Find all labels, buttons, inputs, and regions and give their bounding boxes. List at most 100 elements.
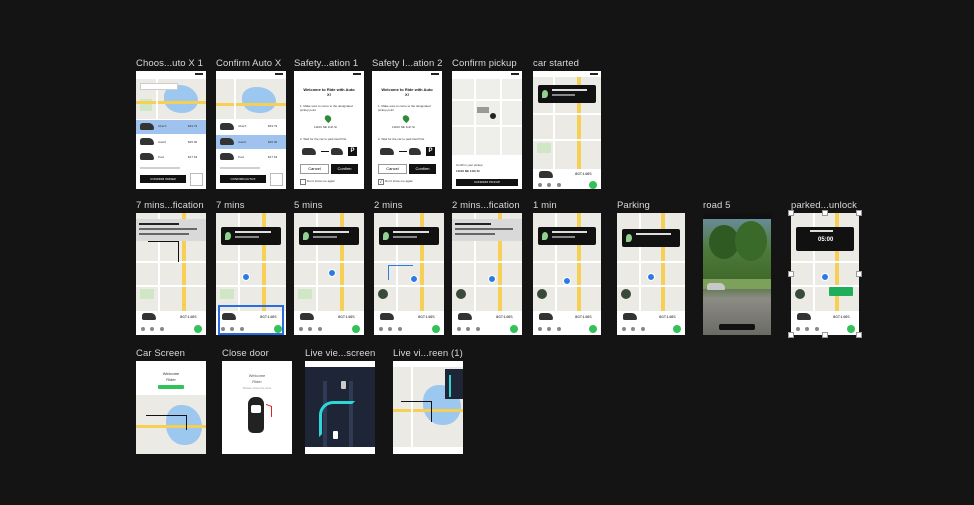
- confirm-button[interactable]: Confirm: [409, 164, 436, 174]
- frame-5-mins[interactable]: 5 mins 8GT1465: [294, 200, 364, 335]
- frame-confirm-pickup[interactable]: Confirm pickup Confirm your pickup 11100…: [452, 58, 522, 189]
- dont-show-checkbox-checked[interactable]: ✓: [378, 179, 384, 185]
- pickup-address: 11100 NE 11th St: [456, 169, 480, 173]
- option-price: $17.63: [188, 155, 198, 159]
- unlock-button[interactable]: [194, 325, 202, 333]
- resize-handle[interactable]: [788, 210, 794, 216]
- screen-thumbnail: Welcome to Ride with Auto X! 1. Make sur…: [372, 71, 442, 189]
- frame-safety-1[interactable]: Safety...ation 1 Welcome to Ride with Au…: [294, 58, 364, 189]
- screen-thumbnail: Confirm your pickup 11100 NE 11th St CON…: [452, 71, 522, 189]
- screen-thumbnail: 8GT1465: [294, 213, 364, 335]
- frame-parking[interactable]: Parking 8GT1465: [617, 200, 685, 335]
- option-price: $25.00: [188, 140, 198, 144]
- unlock-button[interactable]: [673, 325, 681, 333]
- resize-handle[interactable]: [788, 332, 794, 338]
- frame-car-screen[interactable]: Car Screen Welcome Rider: [136, 348, 206, 454]
- selection-outline: [218, 305, 284, 335]
- screen-thumbnail: 8GT1465: [374, 213, 444, 335]
- cancel-button[interactable]: Cancel: [300, 164, 329, 174]
- option-name: AutoX: [158, 140, 167, 144]
- notification-banner: [379, 227, 439, 245]
- dont-show-label: Don't show me again: [307, 179, 335, 183]
- unlock-button[interactable]: [847, 325, 855, 333]
- screen-thumbnail: Welcome Rider: [136, 361, 206, 454]
- option-price: $17.63: [268, 155, 278, 159]
- screen-thumbnail: [393, 361, 463, 454]
- option-price: $25.00: [268, 140, 278, 144]
- unlock-button[interactable]: [589, 325, 597, 333]
- frame-label: Car Screen: [136, 348, 186, 359]
- frame-label: Safety...ation 1: [294, 58, 359, 69]
- option-name: UberX: [158, 124, 167, 128]
- confirm-order-button[interactable]: CONFIRM ORDER: [140, 175, 186, 183]
- pickup-address: 11100 NE 11th St: [314, 125, 338, 129]
- screen-thumbnail: Welcome Rider Please close the door: [222, 361, 292, 454]
- screen-thumbnail: 8GT1465: [617, 213, 685, 335]
- frame-label: Live vi...reen (1): [393, 348, 463, 359]
- welcome-title: Welcome to Ride with Auto X!: [303, 87, 355, 97]
- welcome-text: Welcome: [162, 371, 180, 376]
- screen-thumbnail: 8GT1465: [452, 213, 522, 335]
- frame-label: 7 mins...fication: [136, 200, 204, 211]
- welcome-text: Welcome: [248, 373, 266, 378]
- open-door-icon: [266, 403, 272, 418]
- step-2: 2. Wait for the car to park itself first: [378, 137, 425, 141]
- frame-close-door[interactable]: Close door Welcome Rider Please close th…: [222, 348, 292, 454]
- notification-banner: 05:00: [796, 227, 854, 251]
- confirm-pickup-button[interactable]: CONFIRM PICKUP: [456, 179, 518, 186]
- frame-label: car started: [533, 58, 579, 69]
- frame-2-mins[interactable]: 2 mins 8GT1465: [374, 200, 444, 335]
- license-plate: 8GT1465: [833, 316, 850, 320]
- frame-2-mins-notification[interactable]: 2 mins...fication 8GT1465: [452, 200, 522, 335]
- option-name: UberX: [238, 124, 247, 128]
- frame-parked-unlock[interactable]: parked...unlock 05:00 8GT1465: [788, 200, 862, 338]
- unlock-button[interactable]: [352, 325, 360, 333]
- frame-road-5[interactable]: road 5: [703, 200, 771, 335]
- resize-handle[interactable]: [856, 332, 862, 338]
- option-price: $33.79: [188, 124, 198, 128]
- screen-thumbnail: 05:00 8GT1465: [791, 213, 859, 335]
- confirm-autox-button[interactable]: CONFIRM AUTOX: [220, 175, 266, 183]
- option-price: $33.79: [268, 124, 278, 128]
- frame-label: Confirm Auto X: [216, 58, 282, 69]
- notification-banner: [538, 85, 596, 103]
- frame-1-min[interactable]: 1 min 8GT1465: [533, 200, 601, 335]
- confirm-button[interactable]: Confirm: [331, 164, 358, 174]
- resize-handle[interactable]: [856, 210, 862, 216]
- pickup-address: 11100 NE 11th St: [392, 125, 416, 129]
- frame-label: Parking: [617, 200, 650, 211]
- unlock-button[interactable]: [510, 325, 518, 333]
- unlock-car-button[interactable]: [829, 287, 853, 296]
- option-name: Pool: [158, 155, 165, 159]
- cancel-button[interactable]: Cancel: [378, 164, 407, 174]
- frame-7-mins[interactable]: 7 mins 8GT1465: [216, 200, 286, 335]
- rider-name: Rider: [166, 377, 176, 382]
- resize-handle[interactable]: [788, 271, 794, 277]
- countdown-timer: 05:00: [818, 237, 834, 243]
- unlock-button[interactable]: [432, 325, 440, 333]
- notification-banner: [622, 229, 680, 247]
- frame-safety-2[interactable]: Safety I...ation 2 Welcome to Ride with …: [372, 58, 442, 189]
- resize-handle[interactable]: [822, 210, 828, 216]
- dont-show-checkbox[interactable]: [300, 179, 306, 185]
- license-plate: 8GT1465: [575, 316, 592, 320]
- screen-thumbnail: 8GT1465: [533, 71, 601, 189]
- screen-thumbnail: UberX $33.79 AutoX $25.00 Pool $17.63 CO…: [136, 71, 206, 189]
- frame-label: road 5: [703, 200, 731, 211]
- frame-live-view-screen-1[interactable]: Live vi...reen (1): [393, 348, 463, 454]
- resize-handle[interactable]: [822, 332, 828, 338]
- frame-choose-auto-x-1[interactable]: Choos...uto X 1 UberX $33.79 AutoX $25.0…: [136, 58, 206, 189]
- frame-live-view-screen[interactable]: Live vie...screen: [305, 348, 375, 454]
- unlock-button[interactable]: [589, 181, 597, 189]
- screen-thumbnail: 8GT1465: [136, 213, 206, 335]
- resize-handle[interactable]: [856, 271, 862, 277]
- notification-banner: [299, 227, 359, 245]
- step-1: 1. Make sure to come to the designated p…: [300, 104, 353, 112]
- frame-7-mins-notification[interactable]: 7 mins...fication 8GT1465: [136, 200, 206, 335]
- frame-car-started[interactable]: car started 8GT1465: [533, 58, 601, 189]
- pickup-label: Confirm your pickup: [456, 163, 483, 167]
- step-1: 1. Make sure to come to the designated p…: [378, 104, 431, 112]
- frame-label: Safety I...ation 2: [372, 58, 443, 69]
- frame-confirm-auto-x[interactable]: Confirm Auto X UberX $33.79 AutoX $25.00…: [216, 58, 286, 189]
- option-name: AutoX: [238, 140, 247, 144]
